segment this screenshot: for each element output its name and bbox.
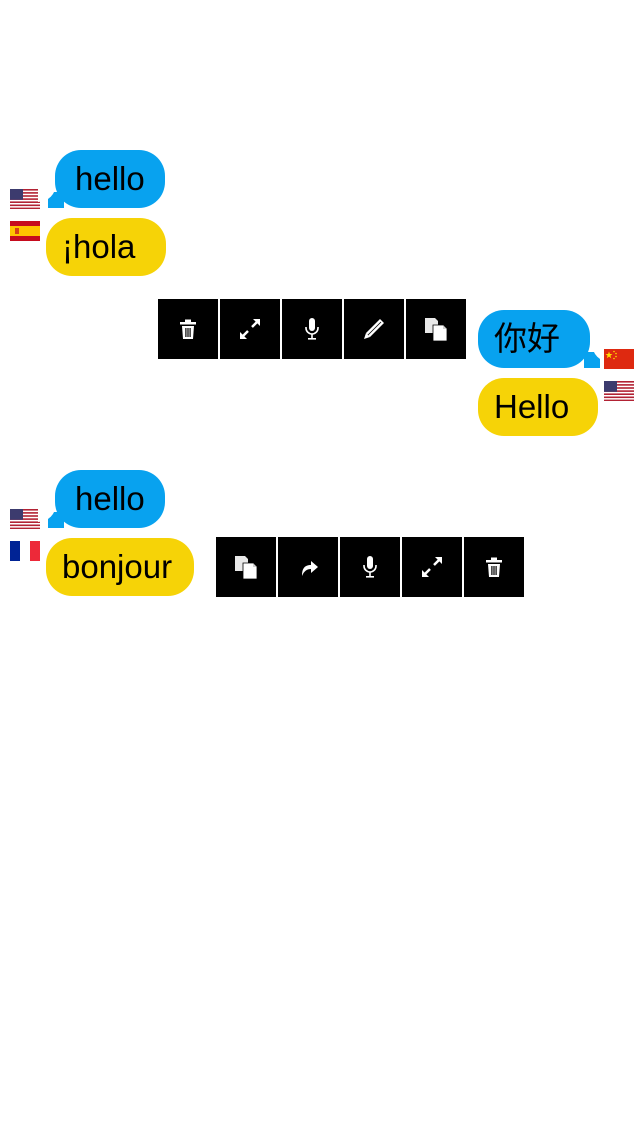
us-flag-icon [10,189,40,209]
translation-message-bubble[interactable]: ¡hola [46,218,166,276]
cn-flag-icon [604,349,634,369]
translation-message-text: Hello [494,388,570,425]
trash-icon [180,319,196,339]
speak-button[interactable] [340,537,400,597]
expand-button[interactable] [402,537,462,597]
source-message-text: hello [75,480,145,517]
source-message-bubble[interactable]: hello [55,150,165,208]
source-message-bubble[interactable]: hello [55,470,165,528]
edit-button[interactable] [344,299,404,359]
expand-icon [422,557,442,577]
message-action-toolbar [216,537,524,597]
copy-button[interactable] [216,537,276,597]
expand-button[interactable] [220,299,280,359]
translation-message-bubble[interactable]: bonjour [46,538,194,596]
delete-button[interactable] [158,299,218,359]
translation-message-text: bonjour [62,548,173,585]
fr-flag-icon [10,541,40,561]
expand-icon [240,319,260,339]
share-button[interactable] [278,537,338,597]
delete-button[interactable] [464,537,524,597]
microphone-icon [363,556,377,578]
message-action-toolbar [158,299,466,359]
translation-message-text: ¡hola [62,228,136,265]
microphone-icon [305,318,319,340]
translation-message-bubble[interactable]: Hello [478,378,598,436]
copy-button[interactable] [406,299,466,359]
es-flag-icon [10,221,40,241]
speak-button[interactable] [282,299,342,359]
source-message-text: 你好 [494,320,560,357]
pencil-icon [364,319,384,339]
us-flag-icon [10,509,40,529]
us-flag-icon [604,381,634,401]
copy-icon [425,318,448,342]
copy-icon [235,556,258,580]
share-icon [302,561,318,576]
trash-icon [486,557,502,577]
source-message-bubble[interactable]: 你好 [478,310,590,368]
source-message-text: hello [75,160,145,197]
